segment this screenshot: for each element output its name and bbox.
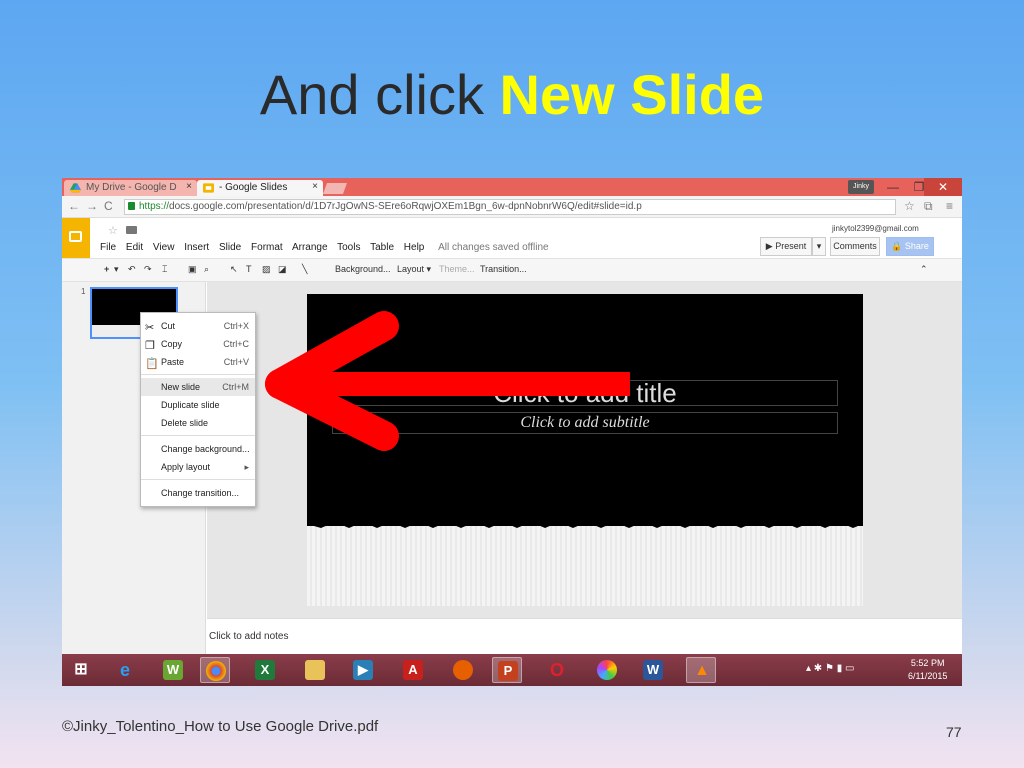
slide-title-prefix: And click — [259, 63, 500, 126]
games-icon[interactable]: W — [158, 657, 188, 683]
opera-icon[interactable]: O — [542, 657, 572, 683]
firefox-icon[interactable] — [448, 657, 478, 683]
slide-title: And click New Slide — [0, 62, 1024, 127]
excel-icon[interactable]: X — [250, 657, 280, 683]
windows-taskbar: ⊞ e W X ▶ A P O W ▲ ▴ ✱ ⚑ ▮ ▭ 5:52 PM 6/… — [62, 654, 962, 686]
system-tray[interactable]: ▴ ✱ ⚑ ▮ ▭ — [806, 663, 854, 674]
screenshot: My Drive - Google D × - Google Slides × … — [62, 178, 962, 686]
file-explorer-icon[interactable] — [300, 657, 330, 683]
start-icon[interactable]: ⊞ — [66, 657, 96, 683]
footer-credit: ©Jinky_Tolentino_How to Use Google Drive… — [62, 718, 379, 735]
adobe-reader-icon[interactable]: A — [398, 657, 428, 683]
slide-title-highlight: New Slide — [499, 63, 765, 126]
annotation-arrow — [265, 311, 630, 451]
taskbar-clock[interactable]: 5:52 PM 6/11/2015 — [908, 657, 947, 683]
internet-explorer-icon[interactable]: e — [110, 657, 140, 683]
page-number: 77 — [946, 724, 962, 740]
vlc-icon[interactable]: ▲ — [686, 657, 716, 683]
photos-icon[interactable] — [592, 657, 622, 683]
powerpoint-icon[interactable]: P — [492, 657, 522, 683]
word-icon[interactable]: W — [638, 657, 668, 683]
media-player-icon[interactable]: ▶ — [348, 657, 378, 683]
chrome-icon[interactable] — [200, 657, 230, 683]
